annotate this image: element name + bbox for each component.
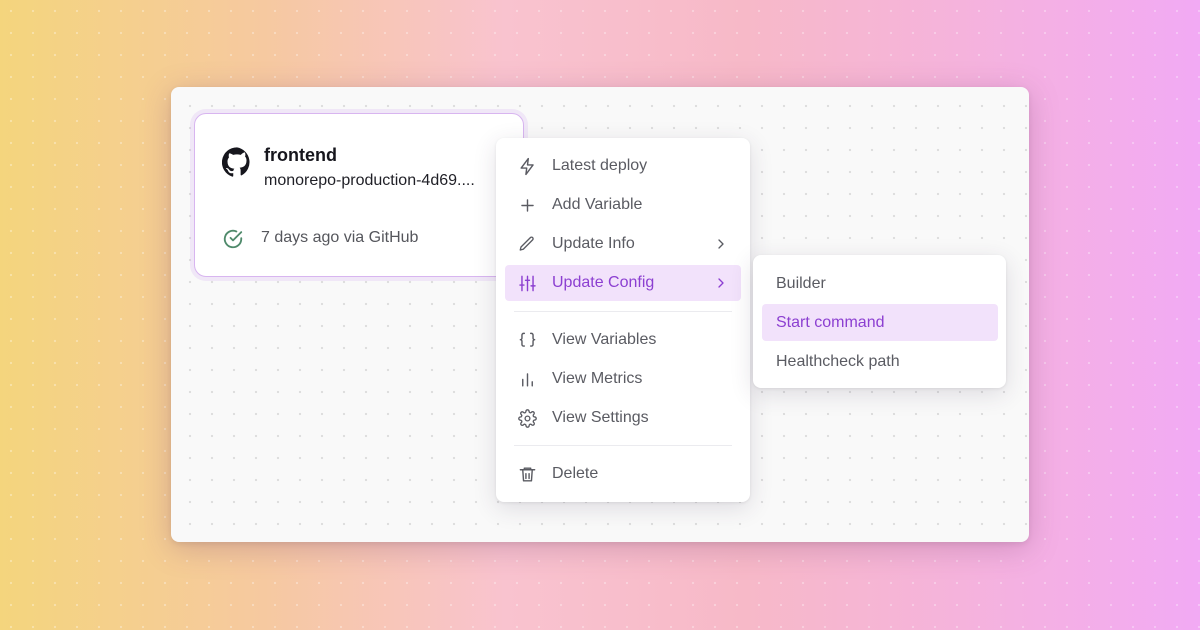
menu-item-label: Add Variable [552,196,643,213]
menu-item-update-config[interactable]: Update Config [505,265,741,301]
pencil-icon [505,235,552,253]
gear-icon [505,408,552,428]
submenu-item-healthcheck-path[interactable]: Healthcheck path [762,343,998,380]
menu-item-label: Update Config [552,274,655,291]
sliders-icon [505,274,552,293]
menu-divider [514,445,732,446]
menu-item-view-variables[interactable]: View Variables [505,322,741,358]
menu-item-view-settings[interactable]: View Settings [505,400,741,436]
service-card-frontend[interactable]: frontend monorepo-production-4d69.... 7 … [194,113,524,277]
menu-item-delete[interactable]: Delete [505,456,741,492]
submenu-item-start-command[interactable]: Start command [762,304,998,341]
menu-item-label: Latest deploy [552,157,648,174]
submenu-item-builder[interactable]: Builder [762,265,998,302]
menu-item-label: Delete [552,465,599,482]
check-circle-icon [222,228,244,250]
bar-chart-icon [505,370,552,389]
braces-icon [505,331,552,350]
service-context-menu: Latest deploy Add Variable Update Info U… [496,138,750,502]
service-domain: monorepo-production-4d69.... [264,172,475,189]
update-config-submenu: Builder Start command Healthcheck path [753,255,1006,388]
github-icon [222,147,252,177]
menu-item-update-info[interactable]: Update Info [505,226,741,262]
deploy-status-text: 7 days ago via GitHub [261,229,419,246]
menu-item-view-metrics[interactable]: View Metrics [505,361,741,397]
plus-icon [505,196,552,215]
menu-item-latest-deploy[interactable]: Latest deploy [505,148,741,184]
menu-item-label: View Settings [552,409,649,426]
service-title: frontend [264,145,337,165]
menu-item-label: View Variables [552,331,657,348]
menu-item-add-variable[interactable]: Add Variable [505,187,741,223]
lightning-icon [505,157,552,176]
menu-item-label: Update Info [552,235,635,252]
menu-divider [514,311,732,312]
menu-item-label: View Metrics [552,370,643,387]
trash-icon [505,465,552,484]
chevron-right-icon [713,236,741,252]
chevron-right-icon [713,275,741,291]
